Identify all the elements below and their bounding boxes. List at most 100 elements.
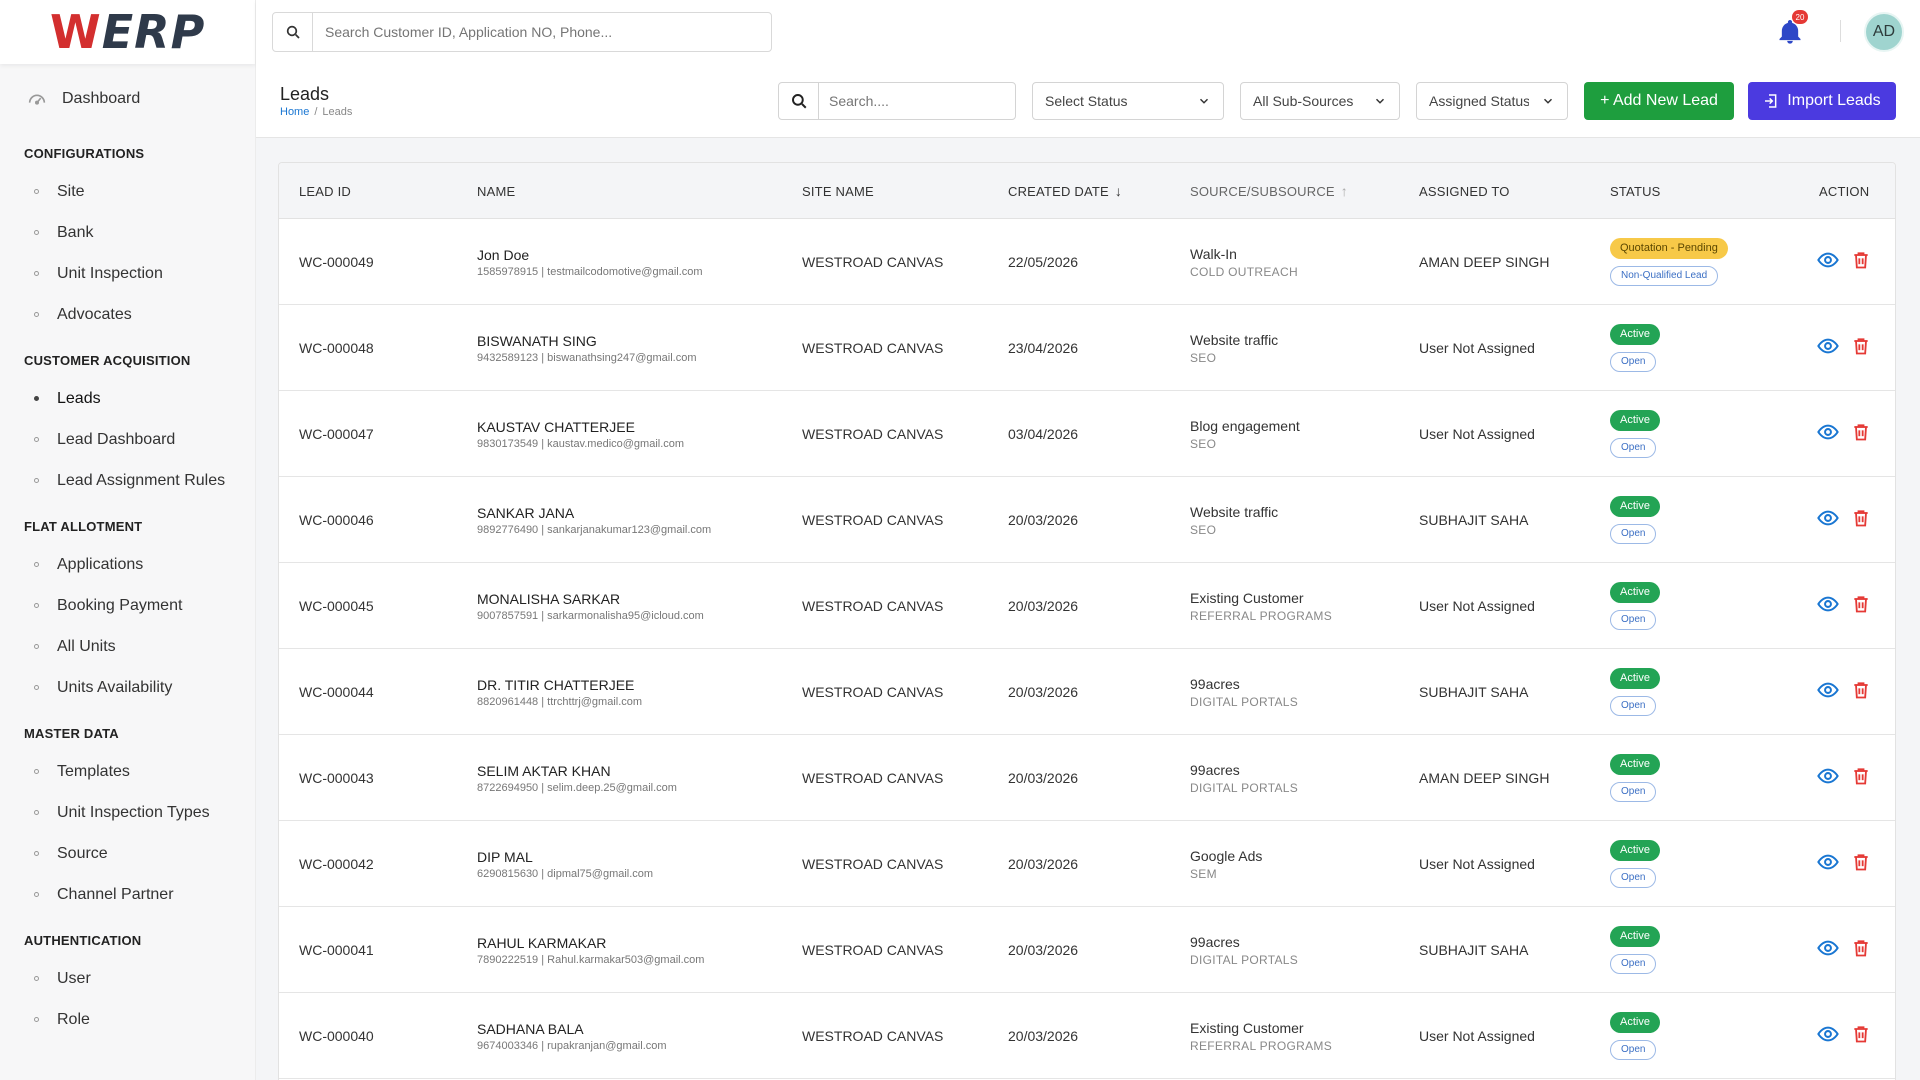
sidebar-item-source[interactable]: Source [0,833,255,874]
sidebar-item-applications[interactable]: Applications [0,544,255,585]
sidebar-item-advocates[interactable]: Advocates [0,294,255,335]
assigned-filter-select[interactable]: Assigned Status [1416,82,1568,120]
sidebar-item-booking-payment[interactable]: Booking Payment [0,585,255,626]
delete-icon[interactable] [1851,852,1871,877]
view-icon[interactable] [1817,679,1839,706]
bullet-icon [34,810,39,815]
lead-id-cell: WC-000047 [299,391,374,477]
table-row[interactable]: WC-000041 RAHUL KARMAKAR 7890222519 | Rahu… [279,907,1895,993]
subsource: DIGITAL PORTALS [1190,780,1299,795]
sidebar-item-bank[interactable]: Bank [0,212,255,253]
name-cell: MONALISHA SARKAR 9007857591 | sarkarmonal… [477,563,704,649]
sidebar-item-units-availability[interactable]: Units Availability [0,667,255,708]
logo[interactable]: WERP [0,0,255,64]
subsource: SEO [1190,350,1217,365]
sidebar-item-site[interactable]: Site [0,171,255,212]
sidebar-item-leads[interactable]: Leads [0,378,255,419]
view-icon[interactable] [1817,765,1839,792]
sidebar-item-all-units[interactable]: All Units [0,626,255,667]
status-cell: Active Open [1610,993,1660,1079]
col-site-name: SITE NAME [802,183,874,199]
delete-icon[interactable] [1851,1024,1871,1049]
lead-id: WC-000047 [299,426,374,442]
table-row[interactable]: WC-000043 SELIM AKTAR KHAN 8722694950 | se… [279,735,1895,821]
lead-search-input[interactable] [819,84,1015,118]
row-actions [1817,937,1871,964]
delete-icon[interactable] [1851,422,1871,447]
status-filter-select[interactable]: Select Status [1032,82,1224,120]
search-icon[interactable] [273,13,313,51]
assigned-to: User Not Assigned [1419,598,1535,614]
global-search-input[interactable] [313,14,771,50]
view-icon[interactable] [1817,249,1839,276]
table-row[interactable]: WC-000042 DIP MAL 6290815630 | dipmal75@gm… [279,821,1895,907]
lead-tag-badge: Open [1610,438,1657,458]
sidebar-item-unit-inspection[interactable]: Unit Inspection [0,253,255,294]
name-cell: DIP MAL 6290815630 | dipmal75@gmail.com [477,821,653,907]
delete-icon[interactable] [1851,508,1871,533]
lead-id-cell: WC-000045 [299,563,374,649]
table-row[interactable]: WC-000040 SADHANA BALA 9674003346 | rupakr… [279,993,1895,1079]
source: 99acres [1190,675,1240,692]
delete-icon[interactable] [1851,336,1871,361]
table-row[interactable]: WC-000046 SANKAR JANA 9892776490 | sankarj… [279,477,1895,563]
col-created-date[interactable]: CREATED DATE ↓ [1008,163,1122,219]
assigned-cell: AMAN DEEP SINGH [1419,219,1549,305]
search-icon[interactable] [779,83,819,119]
status-badge: Active [1610,754,1660,775]
avatar[interactable]: AD [1864,12,1904,52]
table-row[interactable]: WC-000048 BISWANATH SING 9432589123 | bisw… [279,305,1895,391]
source: Website traffic [1190,331,1279,348]
sidebar-item-unit-inspection-types[interactable]: Unit Inspection Types [0,792,255,833]
delete-icon[interactable] [1851,938,1871,963]
row-actions [1817,249,1871,276]
sidebar-item-templates[interactable]: Templates [0,751,255,792]
sidebar-item-role[interactable]: Role [0,999,255,1040]
sidebar-item-lead-dashboard[interactable]: Lead Dashboard [0,419,255,460]
bullet-icon [34,312,39,317]
bullet-icon [34,603,39,608]
status-cell: Active Open [1610,649,1660,735]
table-row[interactable]: WC-000049 Jon Doe 1585978915 | testmailcod… [279,219,1895,305]
col-source[interactable]: SOURCE/SUBSOURCE ↑ [1190,163,1348,219]
notification-bell[interactable]: 20 [1776,10,1808,48]
add-new-lead-button[interactable]: + Add New Lead [1584,82,1734,120]
sidebar-item-dashboard[interactable]: Dashboard [0,70,255,128]
view-icon[interactable] [1817,1023,1839,1050]
assigned-to: User Not Assigned [1419,856,1535,872]
breadcrumb-home[interactable]: Home [280,106,309,118]
subsource-filter-select[interactable]: All Sub-Sources [1240,82,1400,120]
lead-contact: 9674003346 | rupakranjan@gmail.com [477,1039,667,1052]
view-icon[interactable] [1817,851,1839,878]
date-cell: 23/04/2026 [1008,305,1078,391]
table-row[interactable]: WC-000045 MONALISHA SARKAR 9007857591 | sa… [279,563,1895,649]
import-leads-button[interactable]: Import Leads [1748,82,1896,120]
sidebar-item-lead-assignment-rules[interactable]: Lead Assignment Rules [0,460,255,501]
col-assigned-to: ASSIGNED TO [1419,183,1510,199]
view-icon[interactable] [1817,937,1839,964]
lead-contact: 6290815630 | dipmal75@gmail.com [477,867,654,880]
delete-icon[interactable] [1851,594,1871,619]
view-icon[interactable] [1817,421,1839,448]
table-row[interactable]: WC-000044 DR. TITIR CHATTERJEE 8820961448 … [279,649,1895,735]
delete-icon[interactable] [1851,766,1871,791]
sidebar-item-user[interactable]: User [0,958,255,999]
site-cell: WESTROAD CANVAS [802,305,943,391]
site-cell: WESTROAD CANVAS [802,477,943,563]
table-row[interactable]: WC-000047 KAUSTAV CHATTERJEE 9830173549 | … [279,391,1895,477]
assigned-to: User Not Assigned [1419,1028,1535,1044]
lead-id-cell: WC-000046 [299,477,374,563]
lead-search [778,82,1016,120]
created-date: 23/04/2026 [1008,340,1079,356]
view-icon[interactable] [1817,335,1839,362]
date-cell: 03/04/2026 [1008,391,1078,477]
delete-icon[interactable] [1851,250,1871,275]
assigned-cell: AMAN DEEP SINGH [1419,735,1549,821]
delete-icon[interactable] [1851,680,1871,705]
view-icon[interactable] [1817,507,1839,534]
view-icon[interactable] [1817,593,1839,620]
breadcrumb: Home / Leads [280,106,352,118]
sidebar-item-channel-partner[interactable]: Channel Partner [0,874,255,915]
source-cell: Walk-In COLD OUTREACH [1190,219,1298,305]
status-badge: Active [1610,496,1660,517]
